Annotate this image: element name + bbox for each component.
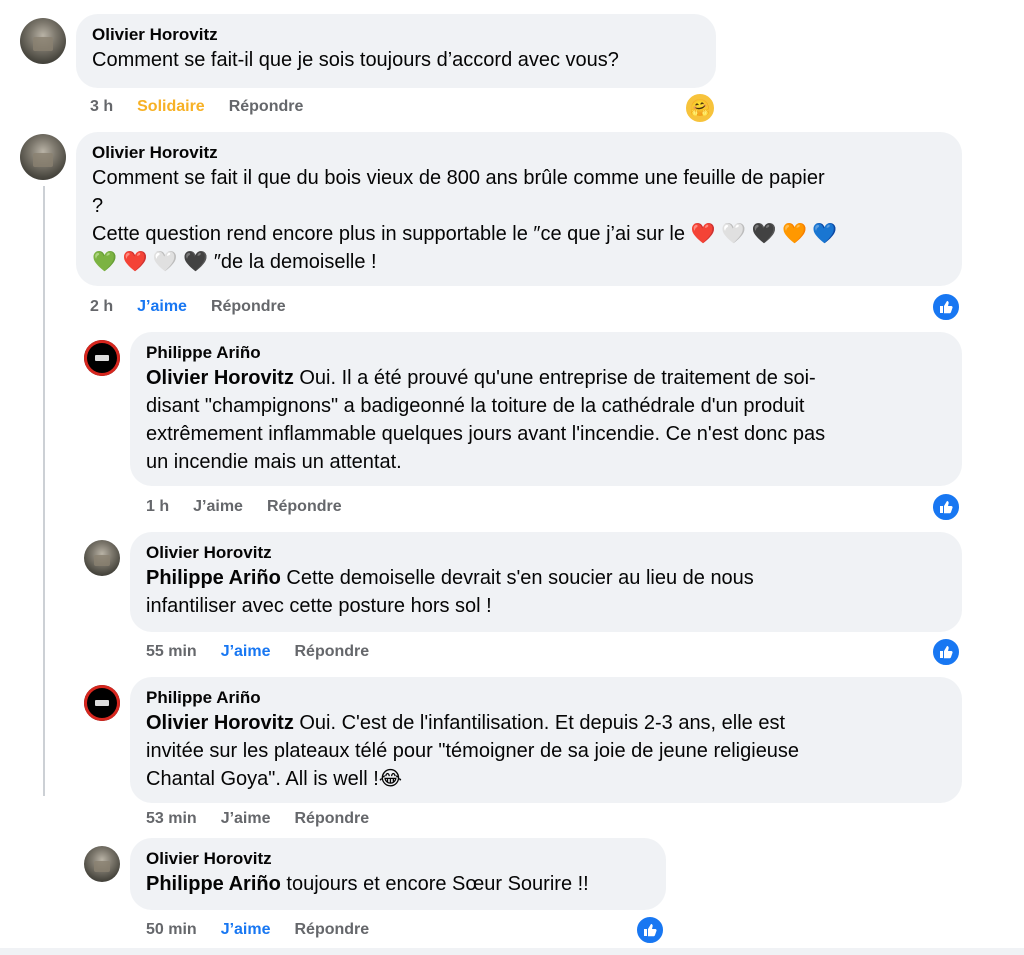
comment-bubble: Olivier Horovitz Comment se fait il que … (76, 132, 962, 286)
comment-text-segment: toujours et encore Sœur Sourire !! (280, 873, 589, 895)
comment-text-segment: Oui. Il a été prouvé qu'une entreprise d… (293, 367, 816, 389)
comment-text-line: invitée sur les plateaux télé pour "témo… (146, 740, 800, 762)
comment-bubble: Philippe Ariño Olivier Horovitz Oui. C'e… (130, 677, 962, 803)
comment-bubble: Olivier Horovitz Philippe Ariño toujours… (130, 838, 666, 910)
comment-timestamp[interactable]: 50 min (146, 921, 197, 939)
comment-text-line: Philippe Ariño Cette demoiselle devrait … (146, 564, 946, 592)
comment-actions: 55 min J’aime Répondre (146, 643, 393, 661)
care-reaction-icon[interactable]: 🤗 (684, 92, 716, 124)
avatar[interactable] (84, 685, 120, 721)
comment-text-line: Chantal Goya". All is well !😂 (146, 768, 403, 790)
comment-timestamp[interactable]: 1 h (146, 498, 169, 516)
comment-text-line: un incendie mais un attentat. (146, 451, 402, 473)
comment-text-line: Cette question rend encore plus in suppo… (92, 220, 946, 248)
comment-text-line: 💚 ❤️ 🤍 🖤 ″de la demoiselle ! (92, 248, 946, 276)
comment-text-line: disant "champignons" a badigeonné la toi… (146, 395, 805, 417)
like-reaction-icon[interactable] (635, 915, 665, 945)
comment-author[interactable]: Philippe Ariño (146, 687, 946, 709)
comment-bubble: Olivier Horovitz Comment se fait-il que … (76, 14, 716, 88)
comment-actions: 2 h J’aime Répondre (90, 298, 310, 316)
comment-text-line: ? (92, 195, 104, 217)
like-button[interactable]: J’aime (221, 921, 271, 939)
like-button[interactable]: J’aime (221, 643, 271, 661)
heart-emoji-group: 💚 ❤️ 🤍 🖤 (92, 251, 209, 273)
comment-actions: 3 h Solidaire Répondre (90, 98, 327, 116)
comment-text-line: Olivier Horovitz Oui. C'est de l'infanti… (146, 709, 946, 737)
reply-button[interactable]: Répondre (211, 298, 286, 316)
comment-text: Comment se fait-il que je sois toujours … (92, 49, 619, 71)
bottom-divider (0, 948, 1024, 955)
comment-bubble: Philippe Ariño Olivier Horovitz Oui. Il … (130, 332, 962, 486)
comment-author[interactable]: Olivier Horovitz (146, 848, 650, 870)
comment-text-line: extrêmement inflammable quelques jours a… (146, 423, 826, 445)
comment-actions: 50 min J’aime Répondre (146, 921, 393, 939)
reply-button[interactable]: Répondre (295, 810, 370, 828)
comment-timestamp[interactable]: 55 min (146, 643, 197, 661)
comment-text-line: Olivier Horovitz Oui. Il a été prouvé qu… (146, 364, 946, 392)
comment-text-line: Philippe Ariño toujours et encore Sœur S… (146, 870, 650, 898)
avatar[interactable] (84, 846, 120, 882)
comment-text-line: infantiliser avec cette posture hors sol… (146, 595, 492, 617)
comment-text-segment: Cette question rend encore plus in suppo… (92, 223, 685, 245)
thumbs-up-icon (940, 301, 953, 314)
thumbs-up-icon (940, 501, 953, 514)
avatar[interactable] (84, 340, 120, 376)
comment-actions: 1 h J’aime Répondre (146, 498, 366, 516)
comment-author[interactable]: Philippe Ariño (146, 342, 946, 364)
comment-author[interactable]: Olivier Horovitz (146, 542, 946, 564)
comment-text-line: Comment se fait il que du bois vieux de … (92, 167, 825, 189)
reply-button[interactable]: Répondre (295, 643, 370, 661)
like-reaction-icon[interactable] (931, 492, 961, 522)
solidaire-reaction-button[interactable]: Solidaire (137, 98, 205, 116)
like-button[interactable]: J’aime (193, 498, 243, 516)
like-button[interactable]: J’aime (137, 298, 187, 316)
comment-actions: 53 min J’aime Répondre (146, 810, 393, 828)
heart-emoji-group: ❤️ 🤍 🖤 🧡 💙 (690, 223, 838, 245)
comment-text-segment: Cette demoiselle devrait s'en soucier au… (280, 567, 754, 589)
like-reaction-icon[interactable] (931, 292, 961, 322)
reply-button[interactable]: Répondre (267, 498, 342, 516)
like-button[interactable]: J’aime (221, 810, 271, 828)
mention-link[interactable]: Olivier Horovitz (146, 367, 294, 389)
comment-text-segment: Oui. C'est de l'infantilisation. Et depu… (293, 712, 786, 734)
comment-timestamp[interactable]: 2 h (90, 298, 113, 316)
avatar[interactable] (20, 18, 66, 64)
reply-button[interactable]: Répondre (229, 98, 304, 116)
avatar[interactable] (20, 134, 66, 180)
comment-text-segment: ″de la demoiselle ! (213, 251, 377, 273)
thread-line (43, 186, 45, 796)
comment-author[interactable]: Olivier Horovitz (92, 24, 700, 46)
mention-link[interactable]: Philippe Ariño (146, 873, 281, 895)
comment-timestamp[interactable]: 3 h (90, 98, 113, 116)
thumbs-up-icon (940, 646, 953, 659)
thumbs-up-icon (644, 924, 657, 937)
avatar[interactable] (84, 540, 120, 576)
reply-button[interactable]: Répondre (295, 921, 370, 939)
comment-author[interactable]: Olivier Horovitz (92, 142, 946, 164)
mention-link[interactable]: Olivier Horovitz (146, 712, 294, 734)
comment-bubble: Olivier Horovitz Philippe Ariño Cette de… (130, 532, 962, 632)
like-reaction-icon[interactable] (931, 637, 961, 667)
mention-link[interactable]: Philippe Ariño (146, 567, 281, 589)
comment-timestamp[interactable]: 53 min (146, 810, 197, 828)
